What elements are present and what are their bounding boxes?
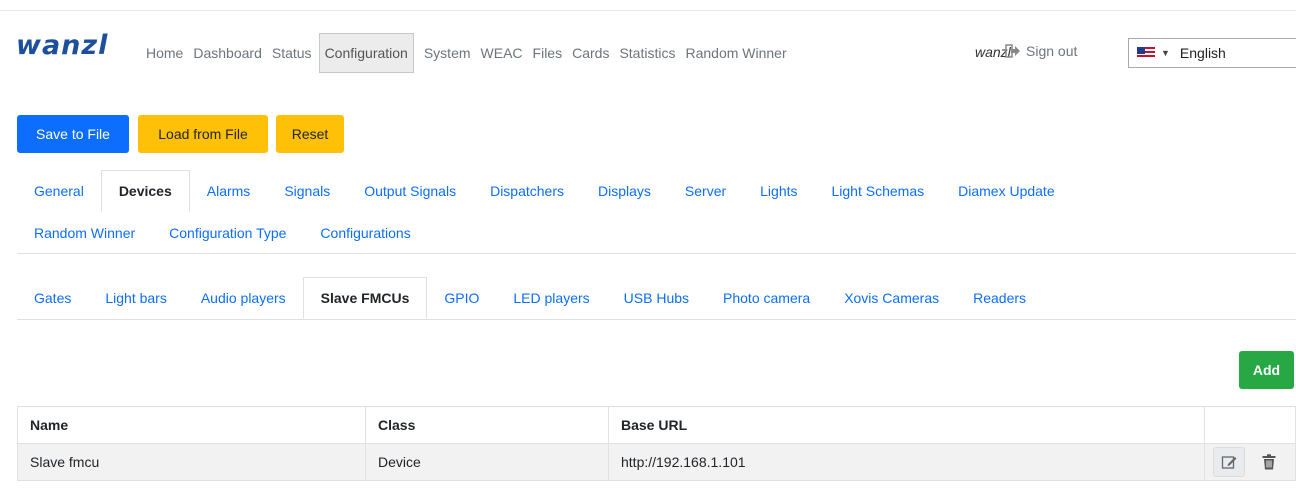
tab-configurations[interactable]: Configurations — [303, 216, 427, 250]
tab-readers[interactable]: Readers — [956, 277, 1043, 319]
col-class-header[interactable]: Class — [365, 406, 609, 444]
table-header-row: Name Class Base URL — [17, 406, 1296, 444]
col-actions-header — [1204, 406, 1296, 444]
nav-files[interactable]: Files — [533, 43, 563, 63]
cell-name: Slave fmcu — [17, 443, 366, 481]
nav-dashboard[interactable]: Dashboard — [193, 43, 262, 63]
main-nav: Home Dashboard Status Configuration Syst… — [146, 33, 797, 73]
tab-lights[interactable]: Lights — [743, 170, 814, 212]
nav-system[interactable]: System — [424, 43, 471, 63]
config-tabs-row1: General Devices Alarms Signals Output Si… — [17, 170, 1072, 212]
language-label: English — [1179, 45, 1226, 61]
nav-weac[interactable]: WEAC — [481, 43, 523, 63]
tab-dispatchers[interactable]: Dispatchers — [473, 170, 581, 212]
us-flag-icon — [1137, 47, 1155, 59]
nav-statistics[interactable]: Statistics — [619, 43, 675, 63]
edit-button[interactable] — [1213, 447, 1245, 477]
reset-button[interactable]: Reset — [276, 115, 344, 153]
tab-server[interactable]: Server — [668, 170, 743, 212]
nav-status[interactable]: Status — [272, 43, 312, 63]
tab-photo-camera[interactable]: Photo camera — [706, 277, 827, 319]
sign-out-link[interactable]: Sign out — [1005, 43, 1077, 59]
divider — [17, 253, 1296, 254]
delete-button[interactable] — [1253, 447, 1285, 477]
add-button[interactable]: Add — [1239, 351, 1294, 389]
edit-icon — [1221, 456, 1237, 469]
tab-alarms[interactable]: Alarms — [190, 170, 268, 212]
cell-base-url: http://192.168.1.101 — [608, 443, 1205, 481]
tab-light-bars[interactable]: Light bars — [88, 277, 183, 319]
tab-random-winner[interactable]: Random Winner — [17, 216, 152, 250]
tab-usb-hubs[interactable]: USB Hubs — [607, 277, 706, 319]
tab-gpio[interactable]: GPIO — [427, 277, 496, 319]
nav-configuration[interactable]: Configuration — [318, 33, 414, 73]
tab-light-schemas[interactable]: Light Schemas — [815, 170, 942, 212]
nav-cards[interactable]: Cards — [572, 43, 609, 63]
col-base-url-header[interactable]: Base URL — [608, 406, 1205, 444]
nav-random-winner[interactable]: Random Winner — [685, 43, 786, 63]
language-select[interactable]: ▼ English — [1128, 38, 1296, 68]
config-tabs-row2: Random Winner Configuration Type Configu… — [17, 216, 428, 250]
tab-configuration-type[interactable]: Configuration Type — [152, 216, 303, 250]
tab-gates[interactable]: Gates — [17, 277, 88, 319]
tab-devices[interactable]: Devices — [100, 170, 190, 212]
tab-displays[interactable]: Displays — [581, 170, 668, 212]
brand-logo[interactable]: wanzl — [16, 32, 108, 59]
top-navbar: wanzl Home Dashboard Status Configuratio… — [0, 10, 1296, 73]
table-row: Slave fmcu Device http://192.168.1.101 — [17, 443, 1296, 481]
cell-actions — [1204, 443, 1296, 481]
devices-table: Name Class Base URL Slave fmcu Device ht… — [17, 406, 1296, 481]
save-to-file-button[interactable]: Save to File — [17, 115, 129, 153]
tab-output-signals[interactable]: Output Signals — [347, 170, 473, 212]
divider — [17, 319, 1296, 320]
tab-audio-players[interactable]: Audio players — [184, 277, 303, 319]
nav-home[interactable]: Home — [146, 43, 183, 63]
sign-out-icon — [1005, 44, 1020, 58]
cell-class: Device — [365, 443, 609, 481]
load-from-file-button[interactable]: Load from File — [138, 115, 268, 153]
tab-diamex-update[interactable]: Diamex Update — [941, 170, 1072, 212]
col-name-header[interactable]: Name — [17, 406, 366, 444]
tab-led-players[interactable]: LED players — [496, 277, 606, 319]
tab-xovis-cameras[interactable]: Xovis Cameras — [827, 277, 956, 319]
tab-slave-fmcus[interactable]: Slave FMCUs — [302, 277, 428, 319]
trash-icon — [1262, 454, 1276, 470]
device-tabs: Gates Light bars Audio players Slave FMC… — [17, 277, 1043, 319]
sign-out-label: Sign out — [1026, 43, 1078, 59]
tab-signals[interactable]: Signals — [267, 170, 347, 212]
tab-general[interactable]: General — [17, 170, 101, 212]
caret-down-icon: ▼ — [1161, 48, 1170, 58]
